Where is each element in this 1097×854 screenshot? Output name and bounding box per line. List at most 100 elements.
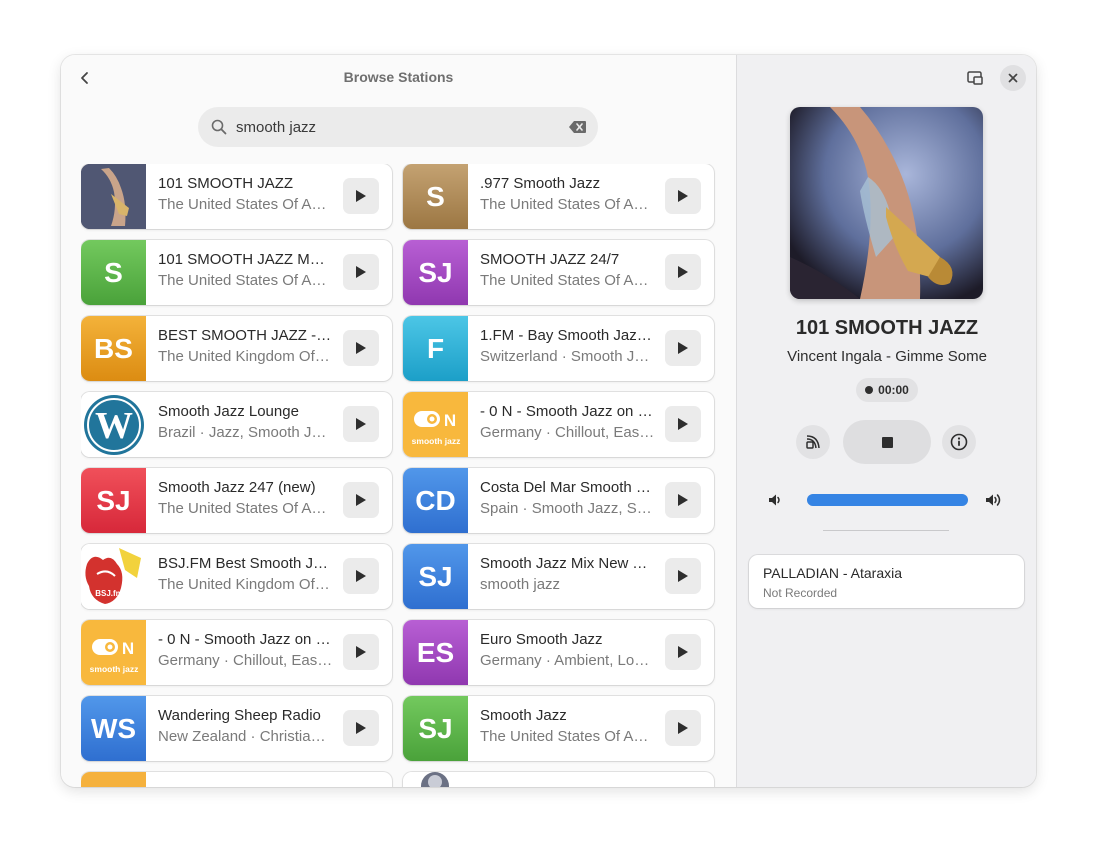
mini-player-button[interactable] <box>962 65 988 91</box>
play-button[interactable] <box>343 482 379 518</box>
play-button[interactable] <box>343 406 379 442</box>
volume-low-icon[interactable] <box>765 490 785 510</box>
svg-text:N: N <box>121 639 133 658</box>
search-input[interactable] <box>236 118 568 136</box>
station-card[interactable]: BS BEST SMOOTH JAZZ - UK The United Kingd… <box>81 316 392 381</box>
play-icon <box>356 342 366 354</box>
station-artwork: SJ <box>81 468 146 533</box>
cast-button[interactable] <box>796 425 830 459</box>
volume-high-icon[interactable] <box>984 490 1004 510</box>
station-name: SMOOTH JAZZ 24/7 <box>480 251 620 268</box>
station-artwork: WS <box>81 696 146 761</box>
station-card[interactable]: WS Wandering Sheep Radio New Zealand · Ch… <box>81 696 392 761</box>
station-name: 101 SMOOTH JAZZ MELLOW <box>158 251 333 268</box>
stop-button[interactable] <box>843 420 931 464</box>
bsj-logo: BSJ.fm <box>81 544 146 609</box>
svg-text:smooth jazz: smooth jazz <box>89 664 138 674</box>
station-card[interactable]: BSJ.fm BSJ.FM Best Smooth Jazz The United… <box>81 544 392 609</box>
station-artwork: SJ <box>403 544 468 609</box>
station-card[interactable] <box>403 772 714 787</box>
station-name: 101 SMOOTH JAZZ <box>158 175 294 192</box>
play-button[interactable] <box>343 178 379 214</box>
play-button[interactable] <box>665 178 701 214</box>
station-card[interactable]: SJ Smooth Jazz Mix New York smooth jazz <box>403 544 714 609</box>
play-button[interactable] <box>343 330 379 366</box>
play-button[interactable] <box>665 254 701 290</box>
browse-pane: Browse Stations smooth jazz 101 SMOOTH J… <box>61 55 736 787</box>
station-artwork: F <box>403 316 468 381</box>
play-button[interactable] <box>665 634 701 670</box>
station-details: The United Kingdom Of Great Britain <box>158 576 333 593</box>
station-details: Brazil · Jazz, Smooth Jazz <box>158 424 333 441</box>
play-button[interactable] <box>343 710 379 746</box>
station-card[interactable]: ES Euro Smooth Jazz Germany · Ambient, Lo… <box>403 620 714 685</box>
station-details: The United States Of America · Smooth Ja… <box>480 196 655 213</box>
play-icon <box>356 570 366 582</box>
station-details: Spain · Smooth Jazz, Soul <box>480 500 655 517</box>
station-card[interactable] <box>81 772 392 787</box>
station-name: Smooth Jazz Lounge <box>158 403 299 420</box>
play-icon <box>356 418 366 430</box>
app-window: Browse Stations smooth jazz 101 SMOOTH J… <box>61 55 1036 787</box>
station-artwork: BS <box>81 316 146 381</box>
station-details: The United States Of America · Smooth Ja… <box>158 500 333 517</box>
station-artwork: SJ <box>403 240 468 305</box>
station-artwork <box>81 164 146 229</box>
station-name: BSJ.FM Best Smooth Jazz <box>158 555 333 572</box>
play-icon <box>356 494 366 506</box>
on-radio-logo: N smooth jazz <box>81 620 146 685</box>
volume-slider[interactable] <box>807 494 968 506</box>
record-dot-icon <box>865 386 874 394</box>
now-playing-pane: 101 SMOOTH JAZZ Vincent Ingala - Gimme S… <box>736 55 1036 787</box>
station-details: Germany · Chillout, Easy Listening <box>480 424 655 441</box>
play-button[interactable] <box>343 634 379 670</box>
station-details: Switzerland · Smooth Jazz <box>480 348 655 365</box>
station-card[interactable]: S .977 Smooth Jazz The United States Of A… <box>403 164 714 229</box>
station-details: The United States Of America · Smooth Ja… <box>158 272 333 289</box>
station-details: Germany · Chillout, Easy Listening <box>158 652 333 669</box>
play-icon <box>678 494 688 506</box>
station-card[interactable]: N smooth jazz - 0 N - Smooth Jazz on Rad… <box>403 392 714 457</box>
station-card[interactable]: N smooth jazz - 0 N - Smooth Jazz on Rad… <box>81 620 392 685</box>
station-details: New Zealand · Christian, Smooth Jazz <box>158 728 333 745</box>
close-button[interactable] <box>1000 65 1026 91</box>
station-card[interactable]: SJ SMOOTH JAZZ 24/7 The United States Of … <box>403 240 714 305</box>
station-card[interactable]: CD Costa Del Mar Smooth Jazz Spain · Smoo… <box>403 468 714 533</box>
cast-icon <box>806 435 820 449</box>
station-artwork: S <box>403 164 468 229</box>
station-card[interactable]: SJ Smooth Jazz 247 (new) The United State… <box>81 468 392 533</box>
play-icon <box>678 646 688 658</box>
station-details: The United States Of America · Smooth Ja… <box>480 272 655 289</box>
svg-text:W: W <box>95 405 133 447</box>
station-card[interactable]: 101 SMOOTH JAZZ The United States Of Amer… <box>81 164 392 229</box>
play-button[interactable] <box>665 710 701 746</box>
info-button[interactable] <box>942 425 976 459</box>
station-name: Euro Smooth Jazz <box>480 631 603 648</box>
station-card[interactable]: F 1.FM - Bay Smooth Jazz Radio Switzerlan… <box>403 316 714 381</box>
history-status: Not Recorded <box>763 586 838 600</box>
play-icon <box>356 266 366 278</box>
play-button[interactable] <box>343 558 379 594</box>
play-icon <box>356 190 366 202</box>
play-button[interactable] <box>665 330 701 366</box>
search-bar[interactable] <box>198 107 598 147</box>
station-card[interactable]: S 101 SMOOTH JAZZ MELLOW The United State… <box>81 240 392 305</box>
play-button[interactable] <box>665 482 701 518</box>
play-icon <box>678 190 688 202</box>
play-button[interactable] <box>343 254 379 290</box>
divider <box>823 530 949 531</box>
on-radio-logo: N smooth jazz <box>403 392 468 457</box>
mini-player-icon <box>967 71 983 85</box>
station-artwork: SJ <box>403 696 468 761</box>
history-item[interactable]: PALLADIAN - Ataraxia Not Recorded <box>749 555 1024 608</box>
station-name: 1.FM - Bay Smooth Jazz Radio <box>480 327 655 344</box>
station-name: Smooth Jazz <box>480 707 567 724</box>
station-name: Wandering Sheep Radio <box>158 707 321 724</box>
station-card[interactable]: W Smooth Jazz Lounge Brazil · Jazz, Smoot… <box>81 392 392 457</box>
clear-icon[interactable] <box>568 118 586 136</box>
station-name: Smooth Jazz 247 (new) <box>158 479 316 496</box>
play-button[interactable] <box>665 558 701 594</box>
play-button[interactable] <box>665 406 701 442</box>
play-icon <box>678 722 688 734</box>
station-card[interactable]: SJ Smooth Jazz The United States Of Ameri… <box>403 696 714 761</box>
